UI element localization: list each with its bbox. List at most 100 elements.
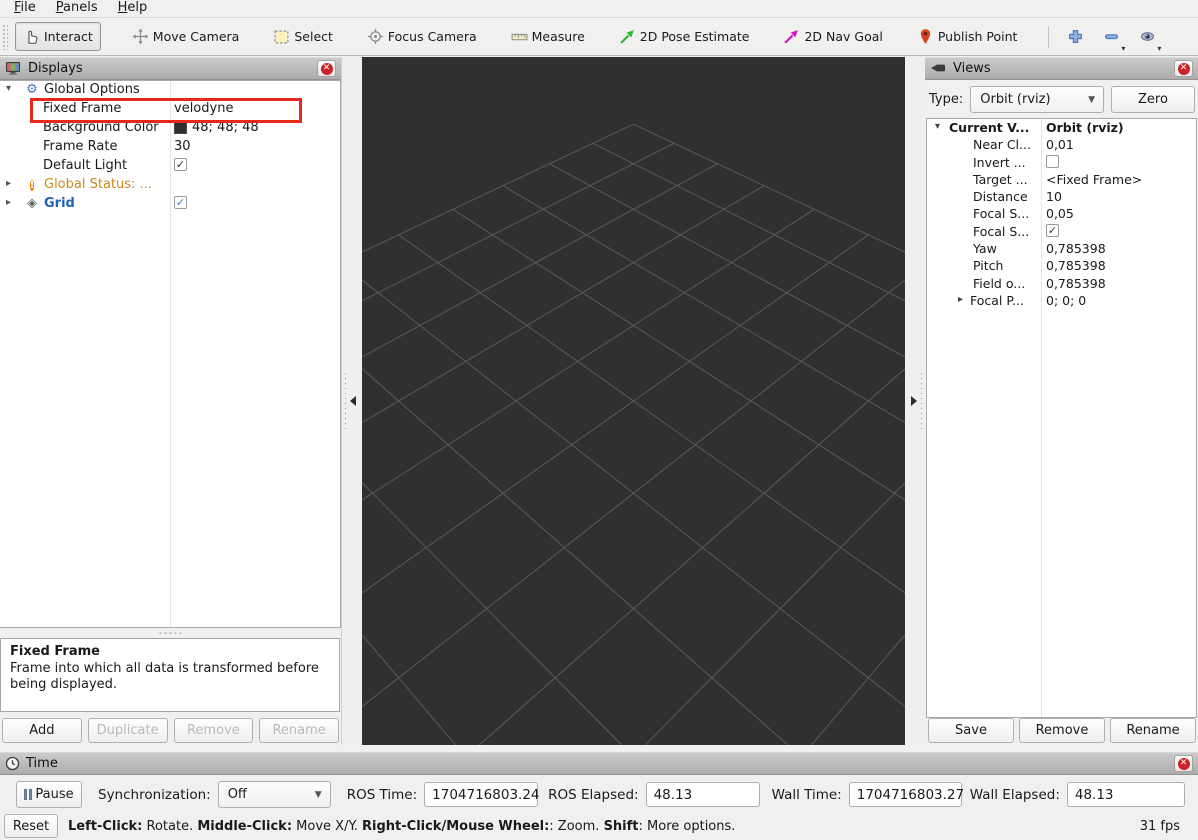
- focal-shape-checkbox[interactable]: [1046, 224, 1059, 237]
- rename-view-button[interactable]: Rename: [1110, 718, 1196, 743]
- displays-panel-header: Displays ✕: [0, 57, 341, 80]
- wall-time-label: Wall Time:: [772, 787, 842, 803]
- time-panel-header: Time ✕: [0, 752, 1198, 775]
- invert-z-checkbox[interactable]: [1046, 155, 1059, 168]
- add-tool-button[interactable]: [1061, 23, 1089, 50]
- time-panel-title: Time: [26, 756, 58, 771]
- property-description-box: Fixed Frame Frame into which all data is…: [0, 638, 340, 712]
- tree-row-focal-point[interactable]: ▸ Focal P... 0; 0; 0: [927, 292, 1196, 309]
- tree-row-grid[interactable]: ▸ ◈ Grid: [0, 195, 340, 214]
- time-close-button[interactable]: ✕: [1174, 755, 1193, 772]
- frame-rate-value[interactable]: 30: [174, 139, 191, 154]
- rename-button[interactable]: Rename: [259, 718, 339, 743]
- add-button[interactable]: Add: [2, 718, 82, 743]
- menu-help[interactable]: Help: [108, 0, 158, 17]
- view-type-row: Type: Orbit (rviz) ▼ Zero: [929, 86, 1195, 113]
- move-icon: [132, 28, 149, 45]
- tree-row-focal-shape-fixed[interactable]: Focal S...: [927, 223, 1196, 240]
- ros-time-field[interactable]: 1704716803.24: [424, 782, 538, 807]
- panel-splitter[interactable]: [0, 628, 341, 638]
- duplicate-button[interactable]: Duplicate: [88, 718, 168, 743]
- view-type-combobox[interactable]: Orbit (rviz) ▼: [970, 86, 1104, 113]
- tree-row-global-options[interactable]: ▾ ⚙ Global Options: [0, 81, 340, 100]
- tree-row-target-frame[interactable]: Target ... <Fixed Frame>: [927, 171, 1196, 188]
- wall-time-field[interactable]: 1704716803.27: [849, 782, 962, 807]
- warning-icon: !: [24, 177, 40, 193]
- views-panel: Views ✕ Type: Orbit (rviz) ▼ Zero ▾ Curr…: [925, 57, 1198, 745]
- background-color-value[interactable]: 48; 48; 48: [174, 120, 259, 135]
- ros-elapsed-field[interactable]: 48.13: [646, 782, 760, 807]
- eye-icon: [1139, 28, 1156, 45]
- tree-row-background-color[interactable]: Background Color 48; 48; 48: [0, 119, 340, 138]
- remove-button[interactable]: Remove: [174, 718, 254, 743]
- hand-icon: [23, 28, 40, 45]
- tree-row-invert-z[interactable]: Invert ...: [927, 154, 1196, 171]
- splitter-dots: [345, 373, 346, 431]
- tree-row-fixed-frame[interactable]: Fixed Frame velodyne: [0, 100, 340, 119]
- pose-arrow-icon: [619, 28, 636, 45]
- tree-row-default-light[interactable]: Default Light: [0, 157, 340, 176]
- collapse-left-icon[interactable]: [350, 396, 356, 406]
- menu-bar: File Panels Help: [0, 0, 1198, 17]
- focus-camera-tool-label: Focus Camera: [388, 29, 477, 44]
- grid-icon: ◈: [24, 196, 40, 212]
- measure-tool-button[interactable]: Measure: [504, 23, 592, 50]
- pose-estimate-tool-label: 2D Pose Estimate: [640, 29, 750, 44]
- tree-row-global-status[interactable]: ▸ ! Global Status: ...: [0, 176, 340, 195]
- expand-arrow-icon[interactable]: ▸: [6, 197, 11, 208]
- select-tool-button[interactable]: Select: [266, 23, 340, 50]
- default-light-checkbox[interactable]: [174, 158, 187, 171]
- remove-view-button[interactable]: Remove: [1019, 718, 1105, 743]
- measure-tool-label: Measure: [532, 29, 585, 44]
- expand-arrow-icon[interactable]: ▸: [6, 178, 11, 189]
- collapse-right-icon[interactable]: [911, 396, 917, 406]
- synchronization-combobox[interactable]: Off ▼: [218, 781, 331, 808]
- fixed-frame-value[interactable]: velodyne: [174, 101, 233, 116]
- move-camera-tool-label: Move Camera: [153, 29, 240, 44]
- plus-icon: [1067, 28, 1084, 45]
- displays-buttons: Add Duplicate Remove Rename: [2, 718, 339, 743]
- nav-goal-tool-button[interactable]: 2D Nav Goal: [776, 23, 889, 50]
- tree-row-focal-shape-size[interactable]: Focal S... 0,05: [927, 205, 1196, 222]
- publish-point-tool-label: Publish Point: [938, 29, 1018, 44]
- focus-camera-tool-button[interactable]: Focus Camera: [360, 23, 484, 50]
- right-panel-collapse-strip[interactable]: [905, 57, 925, 745]
- synchronization-label: Synchronization:: [98, 787, 211, 803]
- ros-time-label: ROS Time:: [347, 787, 417, 803]
- menu-panels[interactable]: Panels: [46, 0, 108, 17]
- remove-tool-button[interactable]: ▾: [1097, 23, 1125, 50]
- wall-elapsed-field[interactable]: 48.13: [1067, 782, 1185, 807]
- move-camera-tool-button[interactable]: Move Camera: [125, 23, 247, 50]
- pause-button[interactable]: Pause: [16, 781, 82, 808]
- displays-close-button[interactable]: ✕: [317, 60, 336, 77]
- render-viewport-3d[interactable]: [362, 57, 905, 745]
- tree-row-yaw[interactable]: Yaw 0,785398: [927, 240, 1196, 257]
- tree-row-field-of-view[interactable]: Field o... 0,785398: [927, 275, 1196, 292]
- expand-arrow-icon[interactable]: ▾: [935, 121, 940, 132]
- tree-row-distance[interactable]: Distance 10: [927, 188, 1196, 205]
- views-close-button[interactable]: ✕: [1174, 60, 1193, 77]
- publish-point-tool-button[interactable]: Publish Point: [910, 23, 1025, 50]
- tree-row-frame-rate[interactable]: Frame Rate 30: [0, 138, 340, 157]
- expand-arrow-icon[interactable]: ▸: [958, 294, 963, 305]
- tool-visibility-button[interactable]: ▾: [1133, 23, 1161, 50]
- menu-file[interactable]: File: [4, 0, 46, 17]
- views-tree: ▾ Current V... Orbit (rviz) Near Cl... 0…: [926, 118, 1197, 718]
- reset-button[interactable]: Reset: [4, 814, 58, 838]
- status-bar: Reset Left-Click: Rotate. Middle-Click: …: [0, 812, 1198, 840]
- toolbar-drag-handle[interactable]: [2, 24, 8, 50]
- tree-row-pitch[interactable]: Pitch 0,785398: [927, 257, 1196, 274]
- tree-row-current-view[interactable]: ▾ Current V... Orbit (rviz): [927, 119, 1196, 136]
- save-button[interactable]: Save: [928, 718, 1014, 743]
- close-icon: ✕: [321, 63, 333, 75]
- displays-icon: [5, 60, 22, 77]
- expand-arrow-icon[interactable]: ▾: [6, 83, 11, 94]
- left-panel-collapse-strip[interactable]: [341, 57, 362, 745]
- pose-estimate-tool-button[interactable]: 2D Pose Estimate: [612, 23, 757, 50]
- zero-button[interactable]: Zero: [1111, 86, 1195, 113]
- description-body: Frame into which all data is transformed…: [10, 661, 330, 694]
- map-pin-icon: [917, 28, 934, 45]
- grid-checkbox[interactable]: [174, 196, 187, 209]
- tree-row-near-clip[interactable]: Near Cl... 0,01: [927, 136, 1196, 153]
- interact-tool-button[interactable]: Interact: [15, 22, 101, 51]
